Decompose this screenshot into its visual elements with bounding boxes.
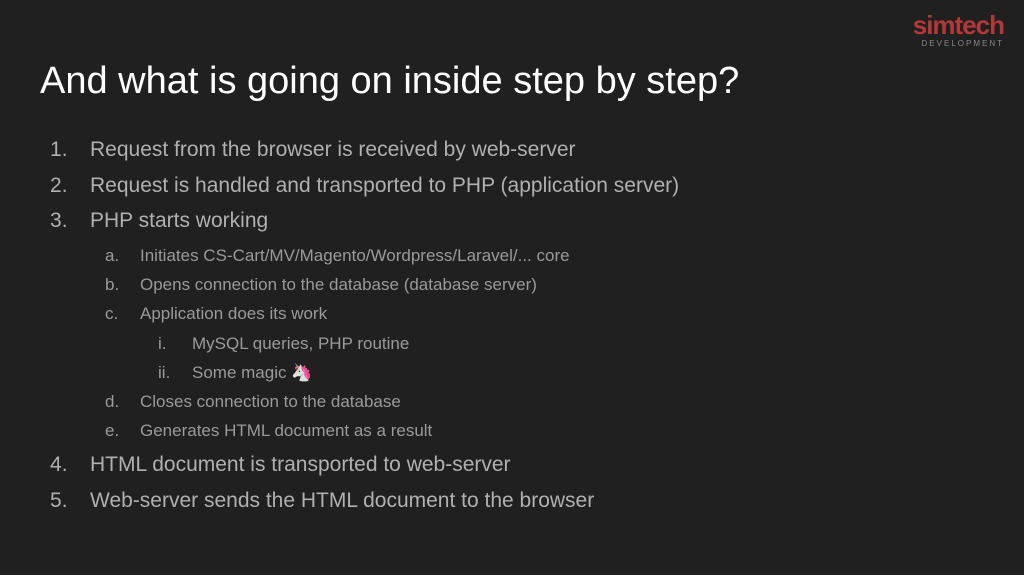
- list-item-text: HTML document is transported to web-serv…: [90, 453, 511, 476]
- list-item: HTML document is transported to web-serv…: [40, 448, 984, 482]
- list-item-text: Generates HTML document as a result: [140, 421, 432, 440]
- list-item-text: Some magic 🦄: [192, 363, 312, 382]
- sub-list: Initiates CS-Cart/MV/Magento/Wordpress/L…: [90, 242, 984, 446]
- logo-main-text: simtech: [913, 10, 1004, 41]
- list-item: Application does its work MySQL queries,…: [90, 300, 984, 389]
- list-item: Closes connection to the database: [90, 388, 984, 417]
- sub-sub-list: MySQL queries, PHP routine Some magic 🦄: [140, 330, 984, 388]
- logo-sub-text: DEVELOPMENT: [913, 39, 1004, 48]
- list-item: Opens connection to the database (databa…: [90, 271, 984, 300]
- brand-logo: simtech DEVELOPMENT: [913, 10, 1004, 48]
- list-item: Request from the browser is received by …: [40, 133, 984, 167]
- list-item: Some magic 🦄: [140, 359, 984, 388]
- slide-content: And what is going on inside step by step…: [0, 0, 1024, 559]
- list-item: PHP starts working Initiates CS-Cart/MV/…: [40, 204, 984, 446]
- list-item: Generates HTML document as a result: [90, 417, 984, 446]
- list-item-text: MySQL queries, PHP routine: [192, 334, 409, 353]
- list-item-text: Request from the browser is received by …: [90, 138, 576, 161]
- main-list: Request from the browser is received by …: [40, 133, 984, 517]
- list-item-text: Closes connection to the database: [140, 392, 401, 411]
- list-item: Request is handled and transported to PH…: [40, 169, 984, 203]
- list-item-text: Request is handled and transported to PH…: [90, 174, 679, 197]
- list-item-text: Opens connection to the database (databa…: [140, 275, 537, 294]
- list-item: Web-server sends the HTML document to th…: [40, 484, 984, 518]
- list-item: MySQL queries, PHP routine: [140, 330, 984, 359]
- list-item: Initiates CS-Cart/MV/Magento/Wordpress/L…: [90, 242, 984, 271]
- list-item-text: Application does its work: [140, 304, 327, 323]
- slide-title: And what is going on inside step by step…: [40, 60, 984, 103]
- list-item-text: Web-server sends the HTML document to th…: [90, 489, 594, 512]
- list-item-text: Initiates CS-Cart/MV/Magento/Wordpress/L…: [140, 246, 570, 265]
- list-item-text: PHP starts working: [90, 209, 268, 232]
